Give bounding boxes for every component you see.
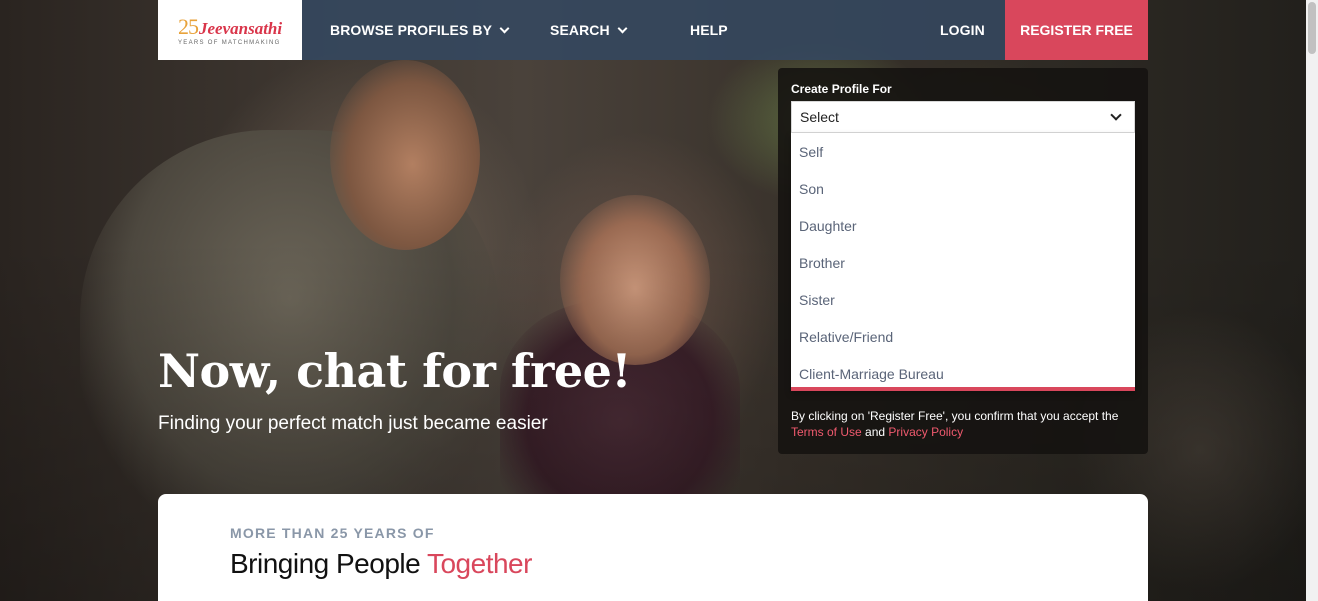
dropdown-option-client-marriage-bureau[interactable]: Client-Marriage Bureau xyxy=(791,355,1135,392)
hero-subtitle: Finding your perfect match just became e… xyxy=(158,413,548,434)
intro-card: MORE THAN 25 YEARS OF Bringing People To… xyxy=(158,494,1148,601)
nav-help-label: HELP xyxy=(690,22,728,38)
dropdown-option-sister[interactable]: Sister xyxy=(791,281,1135,318)
nav-browse-label: BROWSE PROFILES BY xyxy=(330,22,493,38)
nav-search[interactable]: SEARCH xyxy=(550,0,628,60)
logo-tagline: YEARS OF MATCHMAKING xyxy=(178,40,281,46)
dropdown-option-son[interactable]: Son xyxy=(791,170,1135,207)
nav-help[interactable]: HELP xyxy=(690,0,728,60)
chevron-down-icon xyxy=(617,23,628,33)
logo-wordmark: 25 Jeevansathi xyxy=(178,14,302,40)
page-scrollbar[interactable] xyxy=(1306,0,1318,601)
select-value: Select xyxy=(800,109,839,125)
hero-title: Now, chat for free! xyxy=(158,344,632,398)
nav-browse-profiles[interactable]: BROWSE PROFILES BY xyxy=(330,0,510,60)
legal-and: and xyxy=(865,425,886,439)
chevron-down-icon xyxy=(1110,109,1122,121)
card-heading-accent: Together xyxy=(426,548,532,579)
dropdown-option-self[interactable]: Self xyxy=(791,133,1135,170)
card-heading: Bringing People Together xyxy=(230,548,532,580)
terms-of-use-link[interactable]: Terms of Use xyxy=(791,425,862,439)
register-free-label: REGISTER FREE xyxy=(1020,22,1133,38)
nav-login-label: LOGIN xyxy=(940,22,985,38)
card-heading-plain: Bringing People xyxy=(230,548,421,579)
nav-login[interactable]: LOGIN xyxy=(940,0,985,60)
register-free-button[interactable]: REGISTER FREE xyxy=(1005,0,1148,60)
profile-for-dropdown: Self Son Daughter Brother Sister Relativ… xyxy=(791,133,1135,391)
card-eyebrow: MORE THAN 25 YEARS OF xyxy=(230,525,435,541)
create-profile-for-select[interactable]: Select xyxy=(791,101,1135,133)
register-panel: Create Profile For Select Self Son Daugh… xyxy=(778,68,1148,454)
site-logo[interactable]: 25 Jeevansathi YEARS OF MATCHMAKING xyxy=(158,0,302,60)
chevron-down-icon xyxy=(499,23,510,33)
dropdown-option-daughter[interactable]: Daughter xyxy=(791,207,1135,244)
dropdown-option-relative-friend[interactable]: Relative/Friend xyxy=(791,318,1135,355)
legal-text: By clicking on 'Register Free', you conf… xyxy=(791,409,1119,423)
logo-number: 25 xyxy=(178,14,199,39)
create-profile-for-label: Create Profile For xyxy=(791,82,892,96)
nav-search-label: SEARCH xyxy=(550,22,610,38)
privacy-policy-link[interactable]: Privacy Policy xyxy=(888,425,963,439)
legal-consent-text: By clicking on 'Register Free', you conf… xyxy=(791,408,1141,440)
dropdown-option-brother[interactable]: Brother xyxy=(791,244,1135,281)
logo-name: Jeevansathi xyxy=(199,19,283,38)
scrollbar-thumb[interactable] xyxy=(1308,2,1316,54)
